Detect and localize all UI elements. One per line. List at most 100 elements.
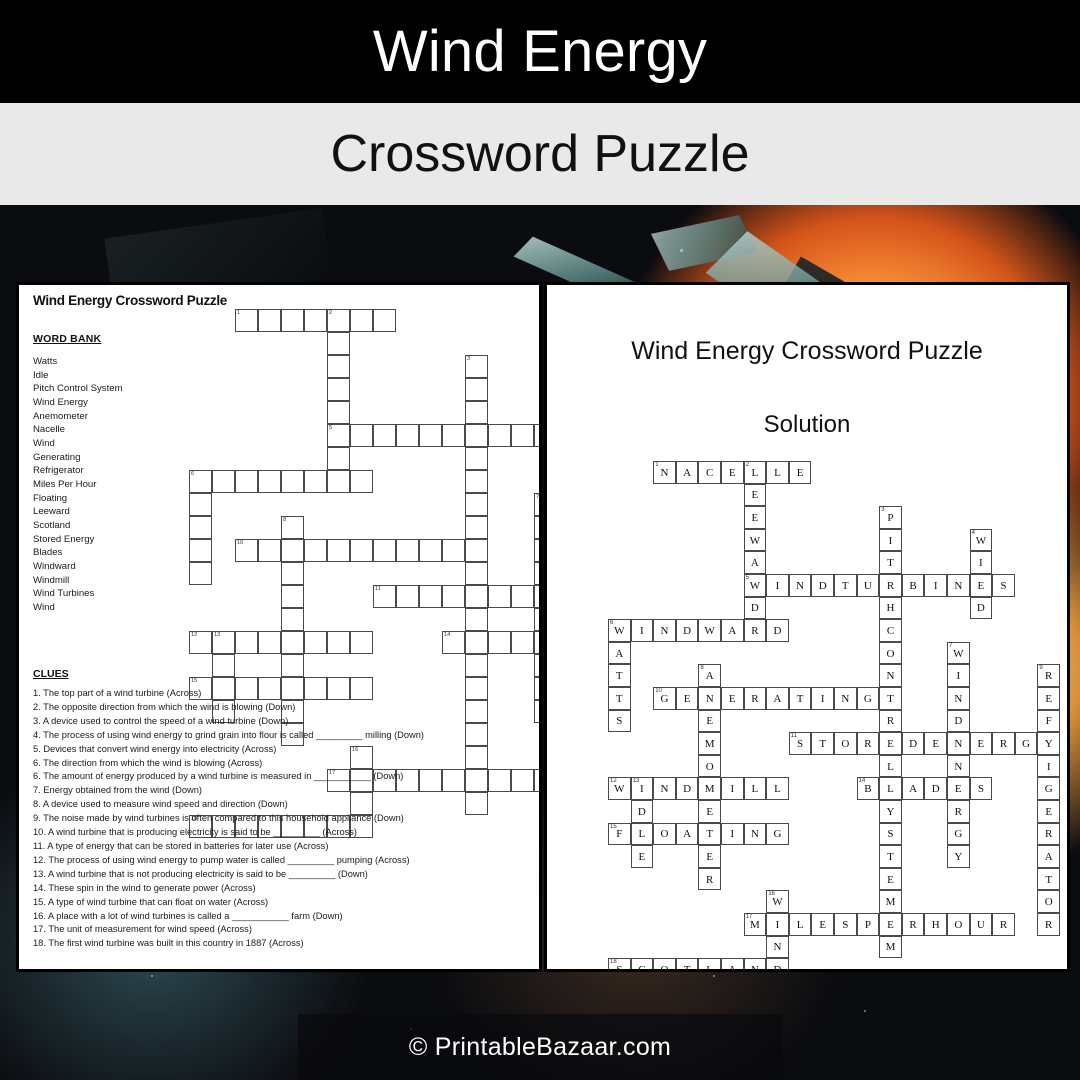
crossword-cell[interactable]: [281, 539, 304, 562]
crossword-cell[interactable]: [465, 631, 488, 654]
crossword-cell[interactable]: [534, 424, 539, 447]
crossword-cell[interactable]: [465, 562, 488, 585]
crossword-cell[interactable]: [534, 769, 539, 792]
crossword-cell[interactable]: [396, 424, 419, 447]
crossword-cell[interactable]: [304, 470, 327, 493]
crossword-cell[interactable]: [534, 585, 539, 608]
crossword-cell[interactable]: [258, 309, 281, 332]
crossword-cell[interactable]: [465, 608, 488, 631]
crossword-cell[interactable]: [419, 539, 442, 562]
clues-list: 1. The top part of a wind turbine (Acros…: [33, 687, 525, 951]
cell-letter: I: [640, 783, 644, 796]
crossword-cell[interactable]: [281, 631, 304, 654]
crossword-cell[interactable]: [212, 470, 235, 493]
cell-letter: W: [614, 624, 625, 637]
crossword-cell[interactable]: [465, 585, 488, 608]
crossword-cell[interactable]: 12: [189, 631, 212, 654]
crossword-cell[interactable]: [511, 631, 534, 654]
crossword-cell[interactable]: [189, 493, 212, 516]
crossword-cell[interactable]: [534, 608, 539, 631]
crossword-cell[interactable]: 10: [235, 539, 258, 562]
crossword-cell: 6W: [608, 619, 631, 642]
crossword-cell[interactable]: [373, 424, 396, 447]
crossword-cell[interactable]: [327, 631, 350, 654]
crossword-cell[interactable]: [534, 516, 539, 539]
crossword-cell[interactable]: [534, 539, 539, 562]
crossword-cell[interactable]: 2: [327, 309, 350, 332]
crossword-cell[interactable]: [373, 539, 396, 562]
crossword-cell[interactable]: [488, 424, 511, 447]
cell-letter: E: [728, 692, 736, 705]
cell-letter: N: [954, 737, 963, 750]
crossword-cell[interactable]: [350, 631, 373, 654]
crossword-cell[interactable]: [212, 654, 235, 677]
crossword-cell: E: [698, 709, 721, 733]
crossword-cell[interactable]: 5: [327, 424, 350, 447]
crossword-cell[interactable]: [534, 700, 539, 723]
crossword-cell[interactable]: [350, 424, 373, 447]
crossword-cell[interactable]: [327, 355, 350, 378]
crossword-cell[interactable]: [396, 539, 419, 562]
crossword-cell[interactable]: [235, 631, 258, 654]
crossword-cell[interactable]: [488, 585, 511, 608]
crossword-cell[interactable]: [373, 309, 396, 332]
crossword-cell[interactable]: [304, 631, 327, 654]
crossword-cell[interactable]: [350, 539, 373, 562]
crossword-cell[interactable]: [511, 424, 534, 447]
crossword-cell[interactable]: [534, 562, 539, 585]
crossword-cell[interactable]: [350, 470, 373, 493]
crossword-cell[interactable]: [442, 585, 465, 608]
crossword-cell[interactable]: [465, 539, 488, 562]
crossword-cell[interactable]: [465, 654, 488, 677]
crossword-cell[interactable]: [419, 424, 442, 447]
crossword-cell[interactable]: [511, 585, 534, 608]
crossword-cell[interactable]: 14: [442, 631, 465, 654]
crossword-cell[interactable]: [396, 585, 419, 608]
crossword-cell: E: [969, 732, 993, 755]
crossword-cell[interactable]: [465, 378, 488, 401]
crossword-cell[interactable]: 8: [281, 516, 304, 539]
crossword-cell[interactable]: [258, 631, 281, 654]
crossword-cell[interactable]: [534, 631, 539, 654]
crossword-cell[interactable]: [281, 608, 304, 631]
crossword-cell[interactable]: 3: [465, 355, 488, 378]
crossword-cell[interactable]: [465, 424, 488, 447]
crossword-cell[interactable]: [350, 309, 373, 332]
crossword-cell[interactable]: 1: [235, 309, 258, 332]
crossword-cell[interactable]: [327, 378, 350, 401]
crossword-cell[interactable]: [465, 401, 488, 424]
crossword-cell[interactable]: [327, 447, 350, 470]
crossword-cell[interactable]: [189, 562, 212, 585]
crossword-cell[interactable]: [534, 654, 539, 677]
crossword-cell[interactable]: [327, 539, 350, 562]
crossword-cell[interactable]: [235, 470, 258, 493]
crossword-cell[interactable]: [281, 654, 304, 677]
crossword-cell[interactable]: [281, 585, 304, 608]
crossword-cell[interactable]: [534, 677, 539, 700]
crossword-cell[interactable]: [281, 309, 304, 332]
crossword-cell[interactable]: [327, 470, 350, 493]
crossword-cell[interactable]: [442, 539, 465, 562]
crossword-cell[interactable]: [419, 585, 442, 608]
crossword-cell[interactable]: [281, 470, 304, 493]
crossword-cell: H: [924, 913, 947, 936]
crossword-cell[interactable]: 11: [373, 585, 396, 608]
crossword-cell[interactable]: [281, 562, 304, 585]
crossword-cell[interactable]: [189, 516, 212, 539]
crossword-cell[interactable]: 6: [189, 470, 212, 493]
crossword-cell[interactable]: [465, 470, 488, 493]
crossword-cell[interactable]: [304, 309, 327, 332]
crossword-cell[interactable]: [327, 332, 350, 355]
crossword-cell[interactable]: [304, 539, 327, 562]
crossword-cell[interactable]: [327, 401, 350, 424]
crossword-cell[interactable]: [189, 539, 212, 562]
crossword-cell[interactable]: [465, 493, 488, 516]
crossword-cell[interactable]: 13: [212, 631, 235, 654]
crossword-cell[interactable]: 7: [534, 493, 539, 516]
crossword-cell[interactable]: [258, 470, 281, 493]
crossword-cell[interactable]: [465, 447, 488, 470]
crossword-cell[interactable]: [442, 424, 465, 447]
crossword-cell[interactable]: [488, 631, 511, 654]
crossword-cell[interactable]: [258, 539, 281, 562]
crossword-cell[interactable]: [465, 516, 488, 539]
